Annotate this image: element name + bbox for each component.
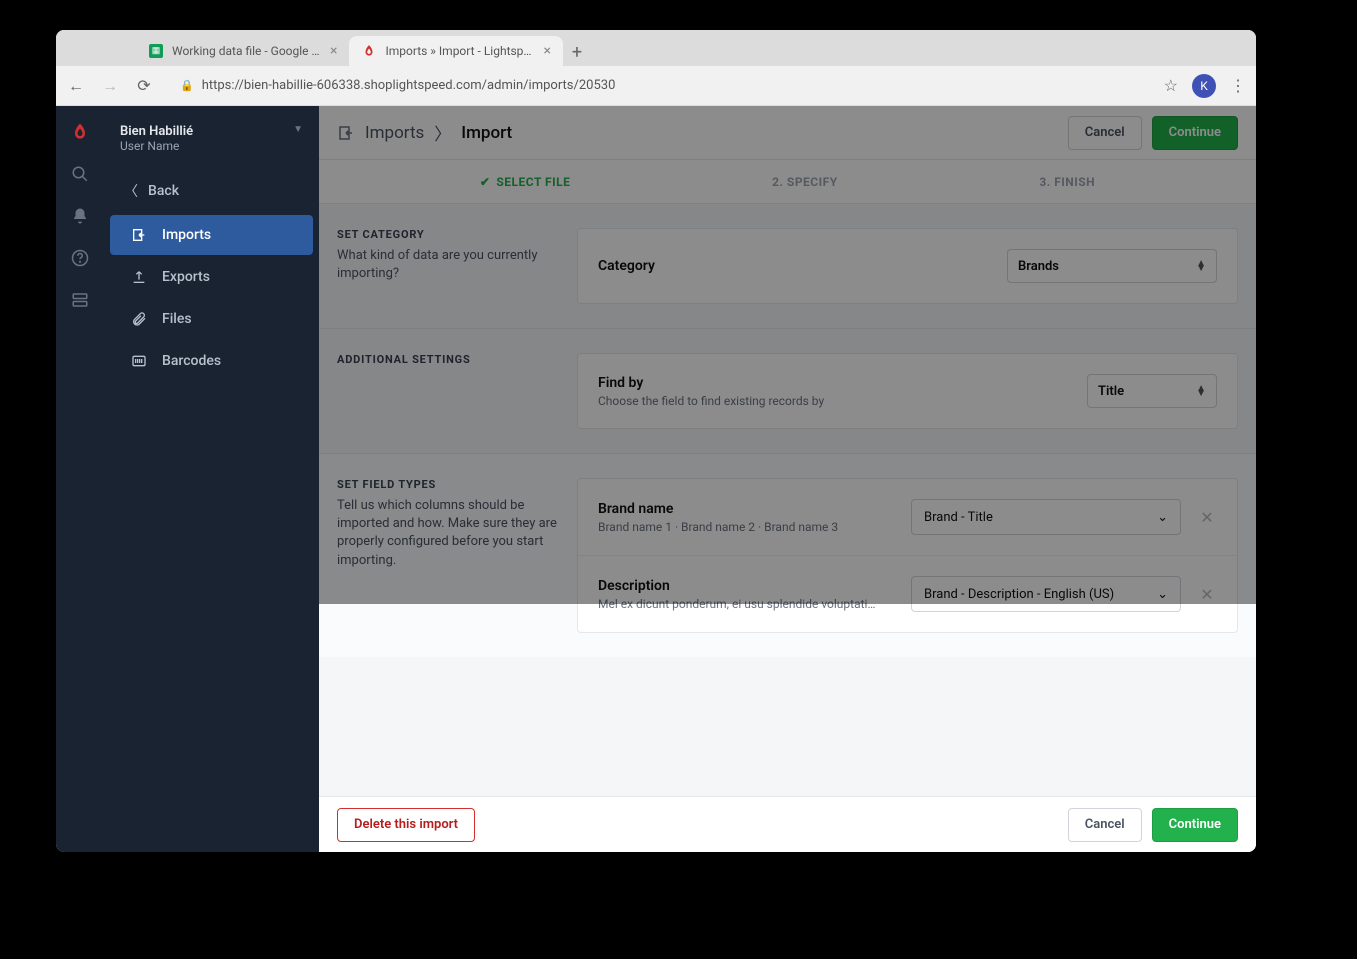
tab-title: Imports » Import - Lightspeed [385,44,535,58]
new-tab-button[interactable]: + [563,38,591,66]
field-name: Brand name [598,501,895,517]
section-category: SET CATEGORY What kind of data are you c… [319,204,1256,329]
back-label: Back [148,183,179,199]
field-row: Brand name Brand name 1 · Brand name 2 ·… [578,479,1237,556]
cancel-button[interactable]: Cancel [1068,116,1142,150]
sidebar-item-label: Exports [162,269,210,285]
browser-menu-icon[interactable]: ⋮ [1230,76,1246,95]
tab-title: Working data file - Google She [172,44,322,58]
help-icon[interactable] [70,248,90,268]
continue-button[interactable]: Continue [1152,116,1238,150]
select-caret-icon: ▲▼ [1196,261,1206,271]
wizard-steps: ✔ SELECT FILE 2. SPECIFY 3. FINISH [319,160,1256,204]
select-caret-icon: ▲▼ [1196,386,1206,396]
breadcrumb-current: Import [461,123,512,143]
user-name: User Name [120,139,193,153]
select-value: Brands [1018,259,1059,274]
server-icon[interactable] [70,290,90,310]
field-name: Description [598,578,895,594]
back-icon[interactable]: ← [66,76,86,96]
chevron-down-icon: ⌄ [1157,587,1168,602]
sidebar: Bien Habillié User Name ▼ 〈 Back Imports… [104,106,319,852]
browser-tab-lightspeed[interactable]: Imports » Import - Lightspeed × [349,36,562,66]
bell-icon[interactable] [70,206,90,226]
url-field[interactable]: 🔒 https://bien-habillie-606338.shoplight… [168,72,1150,100]
sidebar-item-imports[interactable]: Imports [110,215,313,255]
browser-tabs: ▦ Working data file - Google She × Impor… [56,30,1256,66]
step-finish: 3. FINISH [1039,175,1095,189]
nav-rail [56,106,104,852]
field-sample: Brand name 1 · Brand name 2 · Brand name… [598,520,895,534]
sidebar-item-label: Barcodes [162,353,221,369]
sheets-icon: ▦ [148,43,164,59]
address-bar: ← → ⟳ 🔒 https://bien-habillie-606338.sho… [56,66,1256,106]
main-content: Imports 〉 Import Cancel Continue ✔ SELEC… [319,106,1256,852]
step-specify: 2. SPECIFY [772,175,838,189]
breadcrumb-root[interactable]: Imports [365,123,424,143]
breadcrumb: Imports 〉 Import [337,120,512,145]
store-switcher[interactable]: Bien Habillié User Name ▼ [104,116,319,169]
select-value: Brand - Title [924,510,993,525]
close-tab-icon[interactable]: × [543,43,550,59]
remove-field-icon[interactable]: ✕ [1197,508,1217,527]
section-desc: Tell us which columns should be imported… [337,497,557,570]
section-additional: ADDITIONAL SETTINGS Find by Choose the f… [319,329,1256,454]
browser-window: ▦ Working data file - Google She × Impor… [56,30,1256,852]
bookmark-icon[interactable]: ☆ [1164,76,1178,95]
category-label: Category [598,258,655,274]
browser-tab-sheets[interactable]: ▦ Working data file - Google She × [136,36,349,66]
findby-sublabel: Choose the field to find existing record… [598,394,824,408]
url-text: https://bien-habillie-606338.shoplightsp… [202,78,616,93]
search-icon[interactable] [70,164,90,184]
chevron-down-icon: ⌄ [1157,510,1168,525]
forward-icon[interactable]: → [100,76,120,96]
remove-field-icon[interactable]: ✕ [1197,585,1217,604]
select-value: Brand - Description - English (US) [924,587,1114,602]
chevron-left-icon: 〈 [124,181,138,201]
export-icon [130,269,148,285]
section-title: SET CATEGORY [337,228,557,241]
reload-icon[interactable]: ⟳ [134,76,154,95]
chevron-down-icon: ▼ [293,124,303,135]
chevron-right-icon: 〉 [434,120,451,145]
lock-icon: 🔒 [180,79,194,92]
category-select[interactable]: Brands ▲▼ [1007,249,1217,283]
sidebar-item-barcodes[interactable]: Barcodes [110,341,313,381]
section-title: SET FIELD TYPES [337,478,557,491]
check-icon: ✔ [480,175,491,189]
barcode-icon [130,353,148,369]
lightspeed-icon [361,43,377,59]
findby-select[interactable]: Title ▲▼ [1087,374,1217,408]
app: Bien Habillié User Name ▼ 〈 Back Imports… [56,106,1256,852]
profile-avatar[interactable]: K [1192,74,1216,98]
logo-icon[interactable] [70,122,90,142]
findby-label: Find by [598,375,824,391]
select-value: Title [1098,384,1124,399]
back-link[interactable]: 〈 Back [104,169,319,213]
close-tab-icon[interactable]: × [330,43,337,59]
sidebar-item-exports[interactable]: Exports [110,257,313,297]
field-mapping-select[interactable]: Brand - Title ⌄ [911,499,1181,535]
section-desc: What kind of data are you currently impo… [337,247,557,283]
paperclip-icon [130,311,148,327]
sidebar-item-label: Files [162,311,192,327]
tutorial-highlight [319,604,1256,852]
import-icon [130,227,148,243]
sidebar-item-label: Imports [162,227,211,243]
store-name: Bien Habillié [120,124,193,139]
import-icon [337,124,355,142]
section-title: ADDITIONAL SETTINGS [337,353,557,366]
page-header: Imports 〉 Import Cancel Continue [319,106,1256,160]
sidebar-item-files[interactable]: Files [110,299,313,339]
step-select-file: ✔ SELECT FILE [480,175,571,189]
